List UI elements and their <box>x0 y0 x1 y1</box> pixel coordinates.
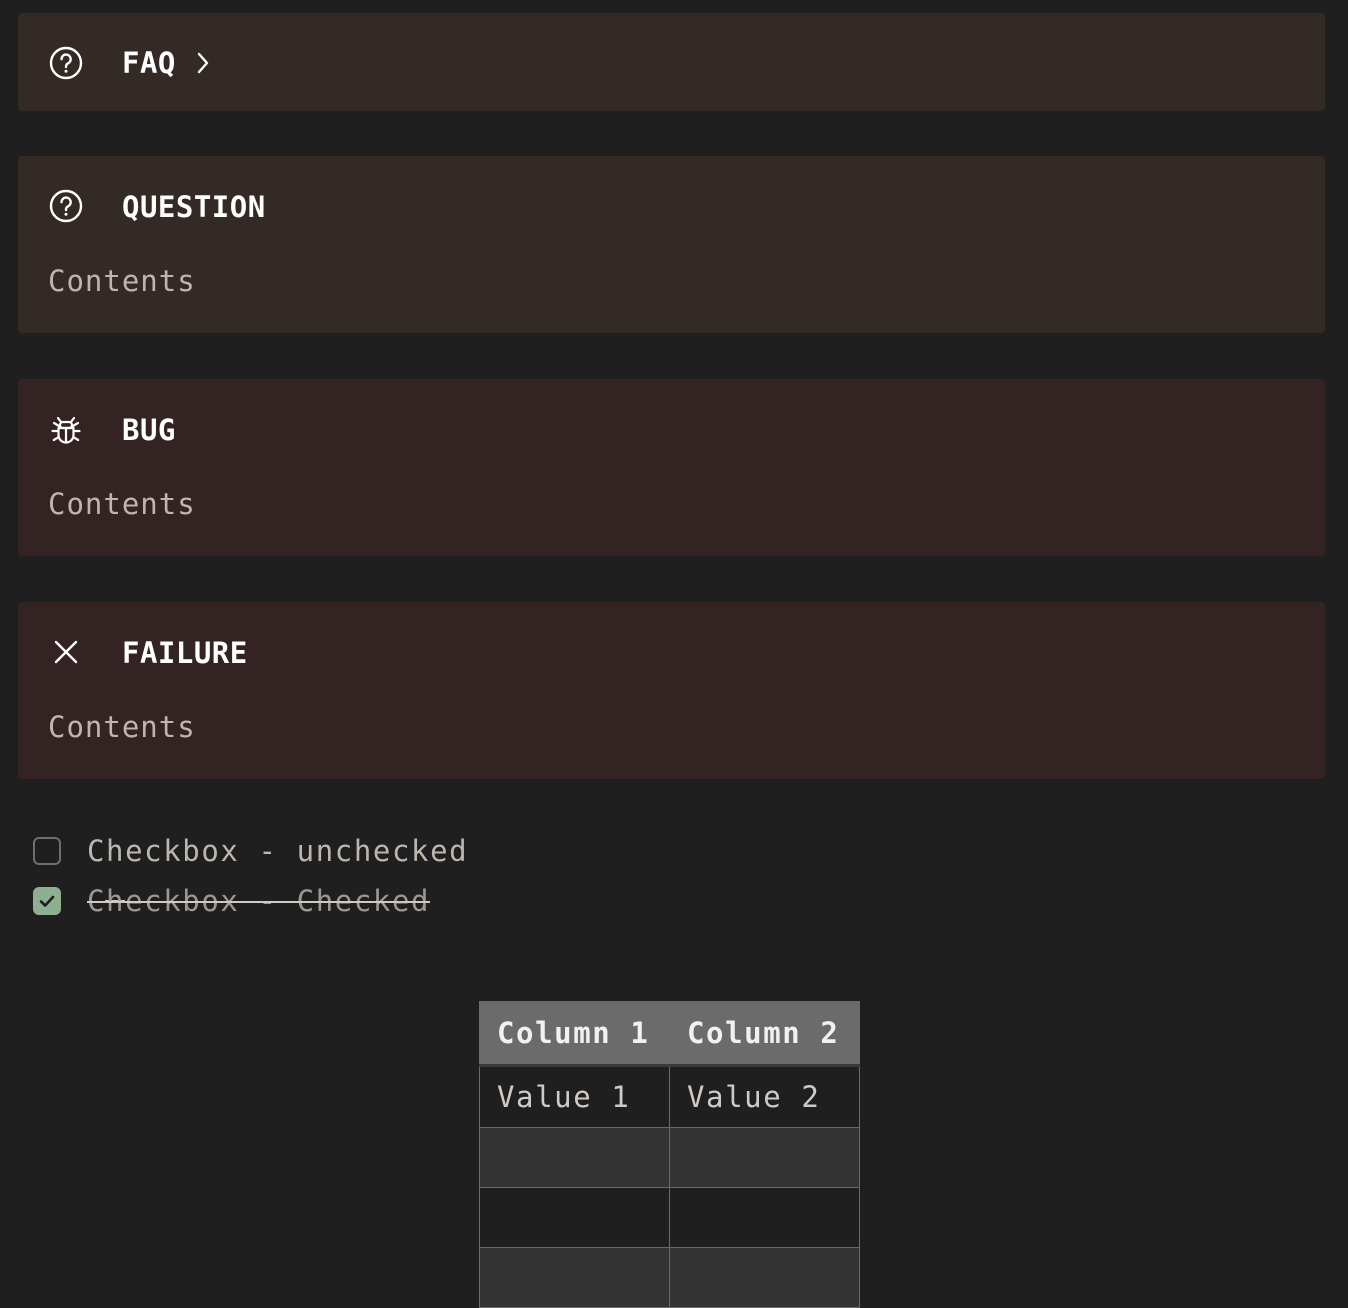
task-item-unchecked: Checkbox - unchecked <box>33 833 468 869</box>
table-header-row: Column 1 Column 2 <box>479 1001 860 1066</box>
callout-question: QUESTION Contents <box>18 156 1325 333</box>
table-cell <box>479 1187 670 1248</box>
task-label-done: Checkbox - Checked <box>87 884 431 918</box>
callout-faq-header[interactable]: FAQ <box>18 13 1325 113</box>
table-row <box>479 1187 860 1248</box>
callout-bug-body: Contents <box>48 487 196 521</box>
table-header-cell: Column 2 <box>669 1001 860 1066</box>
callout-bug-title: BUG <box>122 413 176 447</box>
table-cell <box>669 1247 860 1308</box>
checkbox-checked[interactable] <box>33 887 61 915</box>
table-cell <box>669 1127 860 1188</box>
task-label: Checkbox - unchecked <box>87 834 469 868</box>
table-row <box>479 1247 860 1308</box>
chevron-right-icon[interactable] <box>191 45 215 81</box>
data-table: Column 1 Column 2 Value 1 Value 2 <box>479 1001 860 1308</box>
callout-failure: FAILURE Contents <box>18 602 1325 779</box>
table-row: Value 1 Value 2 <box>479 1064 860 1128</box>
table-cell <box>479 1127 670 1188</box>
checkmark-icon <box>39 895 55 907</box>
callout-question-title: QUESTION <box>122 190 266 224</box>
table-cell <box>479 1247 670 1308</box>
callout-faq[interactable]: FAQ <box>18 13 1325 111</box>
task-item-checked: Checkbox - Checked <box>33 883 430 919</box>
callout-bug: BUG Contents <box>18 379 1325 556</box>
callout-question-body: Contents <box>48 264 196 298</box>
table-row <box>479 1127 860 1188</box>
x-icon <box>48 634 84 670</box>
table-cell: Value 1 <box>479 1064 670 1128</box>
question-circle-icon <box>48 45 84 81</box>
callout-failure-title: FAILURE <box>122 636 248 670</box>
table-cell: Value 2 <box>669 1064 860 1128</box>
table-cell <box>669 1187 860 1248</box>
checkbox-unchecked[interactable] <box>33 837 61 865</box>
table-header-cell: Column 1 <box>479 1001 670 1066</box>
callout-faq-title: FAQ <box>122 46 176 80</box>
callout-failure-body: Contents <box>48 710 196 744</box>
question-circle-icon <box>48 188 84 224</box>
bug-icon <box>48 412 84 448</box>
